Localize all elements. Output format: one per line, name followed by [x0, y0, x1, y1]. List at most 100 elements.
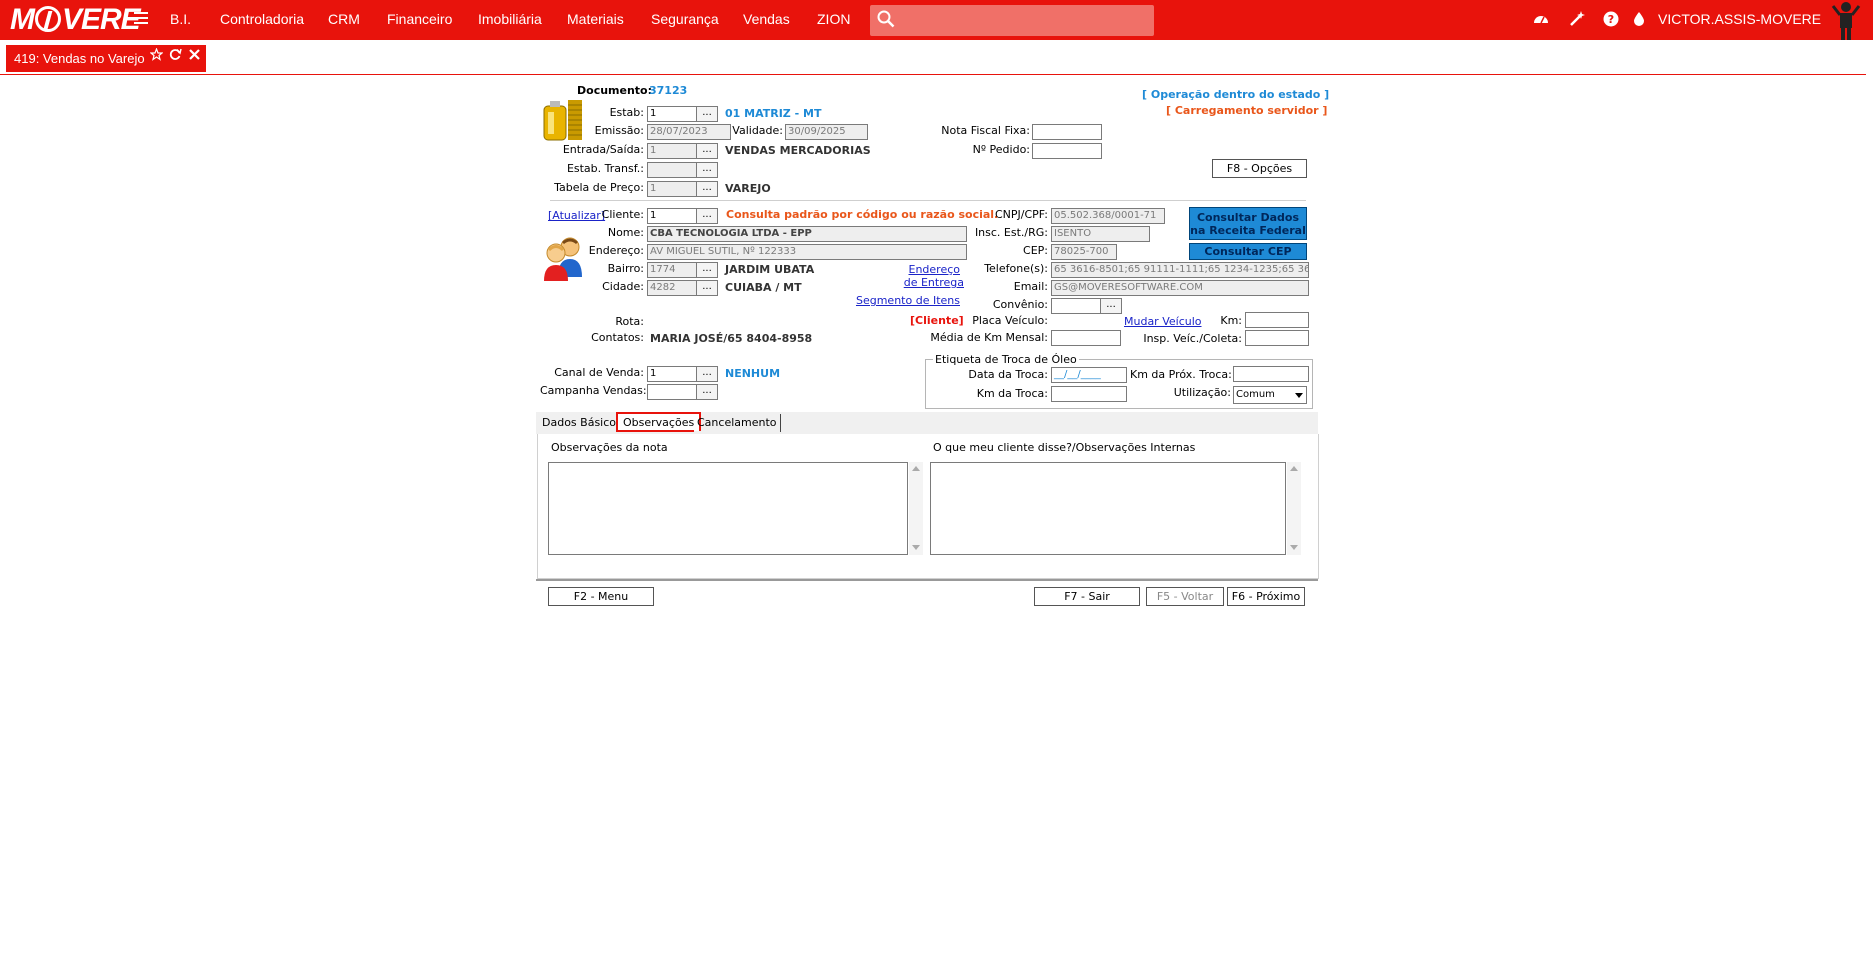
validade-label: Validade:	[732, 124, 783, 137]
email-input[interactable]: GS@MOVERESOFTWARE.COM	[1051, 280, 1309, 296]
data-troca-input[interactable]: __/__/____	[1051, 367, 1127, 383]
endereco-label: Endereço:	[588, 244, 644, 257]
campanha-input[interactable]	[647, 384, 697, 400]
segmento-itens-link[interactable]: Segmento de Itens	[840, 294, 960, 308]
voltar-button[interactable]: F5 - Voltar	[1146, 587, 1224, 606]
utilizacao-label: Utilização:	[1173, 386, 1231, 399]
endereco-entrega-link-line2[interactable]: de Entrega	[890, 276, 964, 290]
validade-input[interactable]: 30/09/2025	[785, 124, 868, 140]
num-pedido-input[interactable]	[1032, 143, 1102, 159]
help-icon[interactable]: ?	[1602, 10, 1620, 28]
scroll-down-icon[interactable]	[1290, 545, 1298, 550]
nav-item-materiais[interactable]: Materiais	[567, 10, 624, 28]
emissao-label: Emissão:	[594, 124, 644, 137]
km-troca-input[interactable]	[1051, 386, 1127, 402]
insp-input[interactable]	[1245, 330, 1309, 346]
telefones-input[interactable]: 65 3616-8501;65 91111-1111;65 1234-1235;…	[1051, 262, 1309, 278]
cidade-label: Cidade:	[602, 280, 644, 293]
scroll-up-icon[interactable]	[912, 466, 920, 471]
estab-lookup-button[interactable]: ...	[696, 106, 718, 122]
entrada-saida-lookup-button[interactable]: ...	[696, 143, 718, 159]
bairro-label: Bairro:	[607, 262, 644, 275]
cidade-lookup-button[interactable]: ...	[696, 280, 718, 296]
drop-icon[interactable]	[1630, 10, 1648, 28]
nav-item-vendas[interactable]: Vendas	[743, 10, 790, 28]
convenio-lookup-button[interactable]: ...	[1100, 298, 1122, 314]
hamburger-menu-icon[interactable]	[134, 12, 148, 28]
user-name[interactable]: VICTOR.ASSIS-MOVERE	[1658, 10, 1821, 28]
search-icon[interactable]	[877, 10, 895, 28]
cliente-tag: [Cliente]	[910, 314, 964, 327]
estab-input[interactable]: 1	[647, 106, 697, 122]
scroll-up-icon[interactable]	[1290, 466, 1298, 471]
cnpj-input[interactable]: 05.502.368/0001-71	[1051, 208, 1165, 224]
obs-interna-textarea[interactable]	[930, 462, 1286, 555]
proximo-button[interactable]: F6 - Próximo	[1227, 587, 1305, 606]
search-input[interactable]	[870, 5, 1154, 36]
obs-nota-scrollbar[interactable]	[909, 462, 923, 555]
canal-venda-input[interactable]: 1	[647, 366, 697, 382]
media-km-input[interactable]	[1051, 330, 1121, 346]
nav-item-bi[interactable]: B.I.	[170, 10, 191, 28]
endereco-entrega-link-line1[interactable]: Endereço	[900, 263, 961, 277]
mudar-veiculo-link[interactable]: Mudar Veículo	[1124, 315, 1202, 329]
nav-item-imobiliaria[interactable]: Imobiliária	[478, 10, 542, 28]
entrada-saida-description: VENDAS MERCADORIAS	[725, 144, 871, 157]
tab-observacoes[interactable]: Observações	[616, 412, 702, 431]
consultar-cep-button[interactable]: Consultar CEP	[1189, 243, 1307, 260]
placa-label: Placa Veículo:	[972, 314, 1048, 327]
insc-label: Insc. Est./RG:	[974, 226, 1048, 239]
insc-input[interactable]: ISENTO	[1051, 226, 1150, 242]
cidade-description: CUIABA / MT	[725, 281, 802, 294]
insp-label: Insp. Veíc./Coleta:	[1143, 332, 1242, 345]
endereco-input[interactable]: AV MIGUEL SUTIL, Nº 122333	[647, 244, 967, 260]
estab-transf-lookup-button[interactable]: ...	[696, 162, 718, 178]
close-icon[interactable]	[188, 48, 201, 61]
tabela-preco-input[interactable]: 1	[647, 181, 697, 197]
consultar-receita-button[interactable]: Consultar Dados na Receita Federal	[1189, 207, 1307, 240]
utilizacao-select[interactable]: Comum	[1233, 386, 1307, 404]
movere-logo[interactable]: M VERE	[10, 4, 141, 36]
nota-fiscal-fixa-input[interactable]	[1032, 124, 1102, 140]
tab-dados-basicos[interactable]: Dados Básicos	[539, 414, 625, 432]
active-tab-highlight	[616, 430, 694, 432]
star-icon[interactable]	[150, 48, 163, 61]
nav-item-financeiro[interactable]: Financeiro	[387, 10, 452, 28]
bairro-input[interactable]: 1774	[647, 262, 697, 278]
utilizacao-selected-value: Comum	[1236, 389, 1275, 400]
user-avatar-icon[interactable]	[1828, 0, 1864, 40]
nav-item-zion[interactable]: ZION	[817, 10, 850, 28]
canal-venda-description: NENHUM	[725, 367, 781, 380]
convenio-input[interactable]	[1051, 298, 1101, 314]
nav-item-crm[interactable]: CRM	[328, 10, 360, 28]
campanha-lookup-button[interactable]: ...	[696, 384, 718, 400]
nav-item-seguranca[interactable]: Segurança	[651, 10, 719, 28]
tabela-preco-lookup-button[interactable]: ...	[696, 181, 718, 197]
footer-divider	[536, 579, 1318, 581]
magic-wand-icon[interactable]	[1568, 10, 1586, 28]
entrada-saida-label: Entrada/Saída:	[562, 143, 644, 156]
opcoes-button[interactable]: F8 - Opções	[1212, 159, 1307, 178]
nav-item-controladoria[interactable]: Controladoria	[220, 10, 304, 28]
window-tab[interactable]: 419: Vendas no Varejo	[6, 45, 206, 72]
obs-nota-textarea[interactable]	[548, 462, 908, 555]
menu-button[interactable]: F2 - Menu	[548, 587, 654, 606]
nome-input[interactable]: CBA TECNOLOGIA LTDA - EPP	[647, 226, 967, 242]
km-input[interactable]	[1245, 312, 1309, 328]
cidade-input[interactable]: 4282	[647, 280, 697, 296]
km-prox-troca-input[interactable]	[1233, 366, 1309, 382]
canal-venda-lookup-button[interactable]: ...	[696, 366, 718, 382]
cliente-lookup-button[interactable]: ...	[696, 208, 718, 224]
bairro-lookup-button[interactable]: ...	[696, 262, 718, 278]
tab-cancelamento[interactable]: Cancelamento	[694, 414, 781, 432]
estab-transf-input[interactable]	[647, 162, 697, 178]
entrada-saida-input[interactable]: 1	[647, 143, 697, 159]
dashboard-gauge-icon[interactable]	[1532, 10, 1550, 28]
emissao-input[interactable]: 28/07/2023	[647, 124, 731, 140]
sair-button[interactable]: F7 - Sair	[1034, 587, 1140, 606]
obs-interna-scrollbar[interactable]	[1287, 462, 1301, 555]
cep-input[interactable]: 78025-700	[1051, 244, 1117, 260]
scroll-down-icon[interactable]	[912, 545, 920, 550]
cliente-input[interactable]: 1	[647, 208, 697, 224]
refresh-icon[interactable]	[169, 48, 182, 61]
